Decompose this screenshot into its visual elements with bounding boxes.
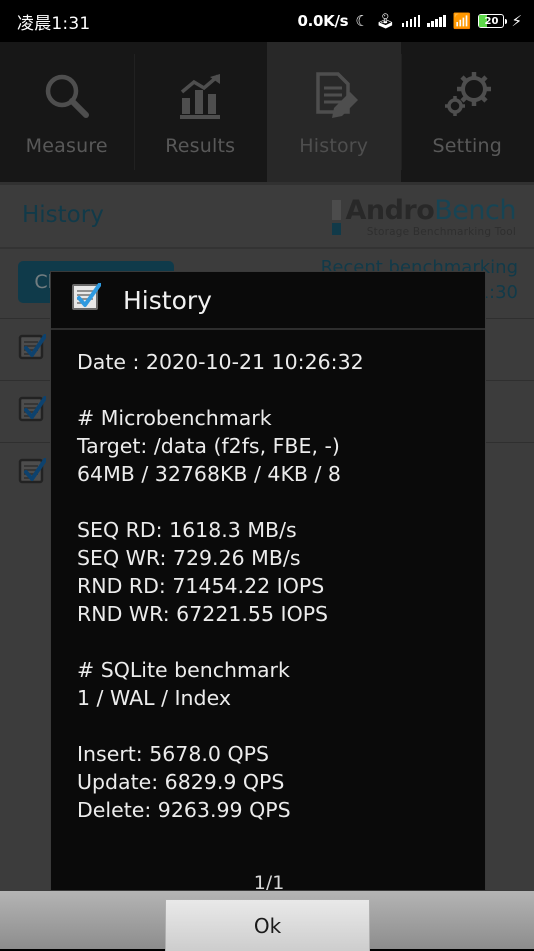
status-bar: 凌晨1:31 0.0K/s ☾ 🕹 📶 20 ⚡ [0,0,534,42]
dialog-line: # SQLite benchmark [77,656,459,684]
battery-icon: 20 [478,14,504,28]
dialog-spacer [77,712,459,740]
dialog-line: SEQ RD: 1618.3 MB/s [77,516,459,544]
history-dialog: History Date : 2020-10-21 10:26:32 # Mic… [50,271,486,891]
status-icons: 0.0K/s ☾ 🕹 📶 20 ⚡ [297,12,522,30]
dialog-line: Target: /data (f2fs, FBE, -) [77,432,459,460]
page-indicator: 1/1 [51,872,485,890]
dialog-line: Insert: 5678.0 QPS [77,740,459,768]
dialog-line: Update: 6829.9 QPS [77,768,459,796]
ok-button[interactable]: Ok [165,899,370,951]
signal-icon [402,15,421,27]
dialog-line: SEQ WR: 729.26 MB/s [77,544,459,572]
dialog-line: 64MB / 32768KB / 4KB / 8 [77,460,459,488]
moon-icon: ☾ [355,14,368,29]
battery-level-label: 20 [479,16,503,27]
dialog-line: RND WR: 67221.55 IOPS [77,600,459,628]
dialog-title-label: History [123,286,212,315]
dialog-body: Date : 2020-10-21 10:26:32 # Microbenchm… [51,330,485,890]
dialog-line: Date : 2020-10-21 10:26:32 [77,348,459,376]
dialog-line: Delete: 9263.99 QPS [77,796,459,824]
dialog-spacer [77,628,459,656]
dialog-line: RND RD: 71454.22 IOPS [77,572,459,600]
signal-icon [427,15,446,27]
network-speed-label: 0.0K/s [297,12,348,30]
charging-bolt-icon: ⚡ [511,14,522,29]
dialog-line: # Microbenchmark [77,404,459,432]
wifi-icon: 📶 [453,14,472,29]
status-clock: 凌晨1:31 [17,9,90,34]
document-check-icon [71,283,101,317]
dialog-line: 1 / WAL / Index [77,684,459,712]
dialog-title-bar: History [51,272,485,330]
dialog-spacer [77,376,459,404]
dialog-spacer [77,488,459,516]
bluetooth-icon: 🕹 [376,14,395,29]
